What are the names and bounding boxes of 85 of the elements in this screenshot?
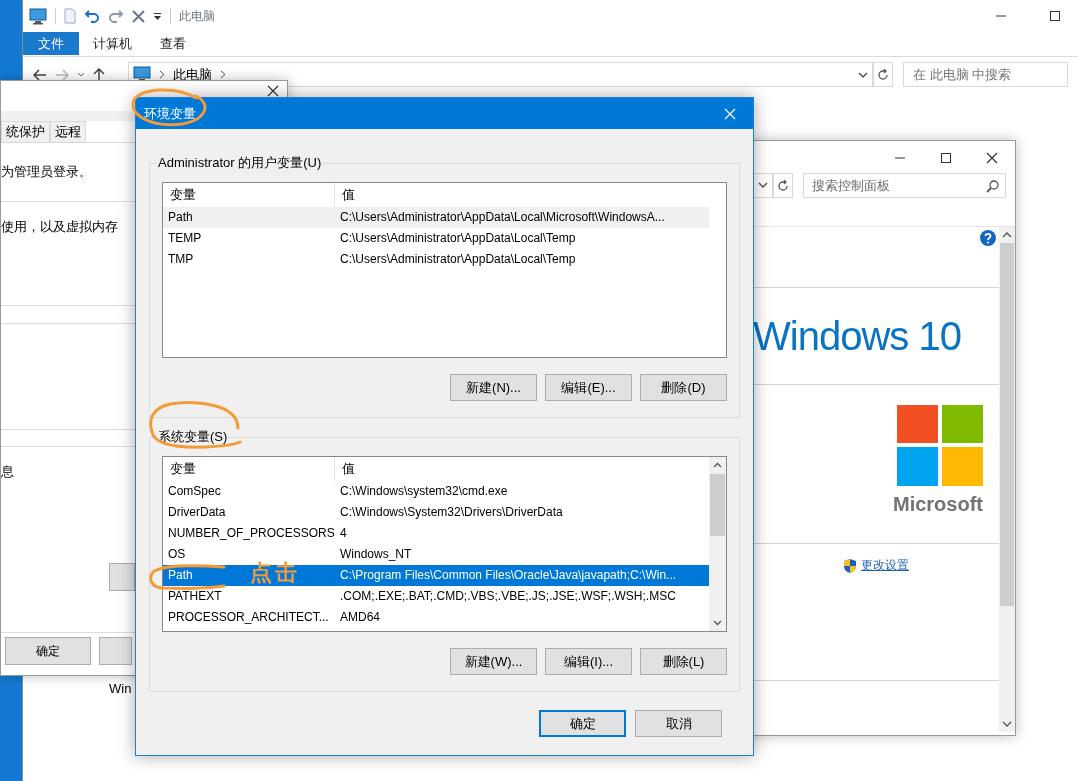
variable-name: NUMBER_OF_PROCESSORS: [167, 525, 336, 542]
variable-value: C:\Users\Administrator\AppData\Local\Microsoft\WindowsA...: [339, 209, 666, 226]
info-text: 息: [1, 464, 14, 480]
search-field[interactable]: 在 此电脑 中搜索: [903, 62, 1068, 87]
breadcrumb[interactable]: 此电脑: [173, 66, 212, 83]
dialog-button[interactable]: 编辑(I)...: [545, 648, 632, 675]
forward-arrow-icon[interactable]: [55, 68, 69, 81]
variable-value: AMD64: [339, 609, 381, 626]
variable-value: 4: [339, 525, 348, 542]
refresh-button[interactable]: [873, 62, 893, 87]
column-header[interactable]: 值: [335, 183, 362, 207]
ribbon-tab[interactable]: 文件: [23, 32, 79, 55]
group-label: 系统变量(S): [157, 429, 229, 445]
address-bar[interactable]: 此电脑: [128, 62, 873, 87]
variable-value: .COM;.EXE;.BAT;.CMD;.VBS;.VBE;.JS;.JSE;.WSF;.WSH;.MSC: [339, 588, 677, 605]
shield-icon: [843, 558, 857, 574]
variable-name: OS: [167, 546, 187, 563]
window-title: 此电脑: [179, 8, 215, 24]
dialog-button[interactable]: 新建(N)...: [450, 374, 537, 401]
edition-text: Windows 10: [753, 313, 961, 360]
variable-value: C:\Users\Administrator\AppData\Local\Temp: [339, 251, 577, 268]
column-header[interactable]: 变量: [163, 457, 335, 481]
variable-name: TMP: [167, 251, 195, 268]
variable-value: C:\Windows\System32\Drivers\DriverData: [339, 504, 564, 521]
search-field[interactable]: 搜索控制面板: [803, 173, 1006, 198]
dialog-tab[interactable]: 统保护: [1, 121, 50, 142]
dialog-title: 环境变量: [144, 105, 196, 122]
variable-value: C:\Users\Administrator\AppData\Local\Temp: [339, 230, 577, 247]
chevron-right-icon: [220, 70, 226, 79]
chevron-down-icon[interactable]: [77, 71, 85, 78]
close-icon: [724, 107, 736, 120]
dialog-button[interactable]: 确定: [539, 710, 626, 737]
chevron-right-icon: [159, 70, 165, 79]
dialog-button[interactable]: 删除(L): [640, 648, 727, 675]
scrollbar[interactable]: [999, 227, 1015, 732]
dialog-button[interactable]: 删除(D): [640, 374, 727, 401]
dialog-button[interactable]: 新建(W)...: [450, 648, 537, 675]
computer-icon: [133, 66, 151, 83]
up-arrow-icon[interactable]: [93, 67, 105, 82]
scrollbar-thumb[interactable]: [710, 474, 725, 536]
computer-icon: [29, 7, 47, 25]
maximize-icon: [1050, 11, 1060, 21]
variable-value: C:\Windows\system32\cmd.exe: [339, 483, 509, 500]
variable-name: PROCESSOR_ARCHITECT...: [167, 609, 330, 626]
dialog-tab[interactable]: 远程: [50, 121, 86, 142]
back-arrow-icon[interactable]: [33, 68, 47, 81]
dropdown-button[interactable]: [753, 173, 773, 198]
dialog-button[interactable]: 确定: [5, 637, 91, 665]
refresh-button[interactable]: [773, 173, 793, 198]
maximize-icon: [941, 153, 951, 163]
group-label: Administrator 的用户变量(U): [157, 155, 323, 171]
help-icon[interactable]: [980, 230, 996, 246]
ribbon-tab[interactable]: 计算机: [79, 32, 146, 55]
delete-icon[interactable]: [132, 9, 145, 23]
column-header[interactable]: 值: [335, 457, 362, 481]
body-text: Win: [109, 681, 132, 697]
undo-icon[interactable]: [84, 8, 100, 24]
info-text: 使用，以及虚拟内存: [1, 219, 118, 235]
ribbon-tab[interactable]: 查看: [146, 32, 200, 55]
variable-value: Windows_NT: [339, 546, 413, 563]
change-settings-link[interactable]: 更改设置: [861, 558, 909, 573]
variable-name: PATHEXT: [167, 588, 223, 605]
redo-icon[interactable]: [108, 8, 124, 24]
close-icon: [986, 152, 998, 164]
variable-name: Path: [167, 209, 194, 226]
four-squares-logo-icon: [897, 405, 983, 486]
refresh-icon: [777, 179, 789, 192]
info-text: 为管理员登录。: [1, 164, 92, 180]
annotation-label: 点击: [250, 560, 300, 587]
chevron-down-icon[interactable]: [858, 71, 868, 79]
close-icon: [267, 85, 279, 97]
logo-text: Microsoft: [893, 492, 983, 516]
search-icon: [986, 179, 999, 193]
variable-name: DriverData: [167, 504, 227, 521]
dropdown-icon[interactable]: [153, 11, 162, 21]
variable-name: Path: [167, 567, 194, 584]
chevron-down-icon: [758, 182, 768, 189]
dialog-button[interactable]: 取消: [635, 710, 722, 737]
refresh-icon: [877, 68, 889, 81]
variable-value: C:\Program Files\Common Files\Oracle\Java\javapath;C:\Win...: [339, 567, 678, 584]
scrollbar[interactable]: [709, 457, 726, 631]
dialog-button[interactable]: 编辑(E)...: [545, 374, 632, 401]
variable-name: ComSpec: [167, 483, 222, 500]
scrollbar-thumb[interactable]: [1000, 243, 1014, 606]
variable-name: TEMP: [167, 230, 203, 247]
